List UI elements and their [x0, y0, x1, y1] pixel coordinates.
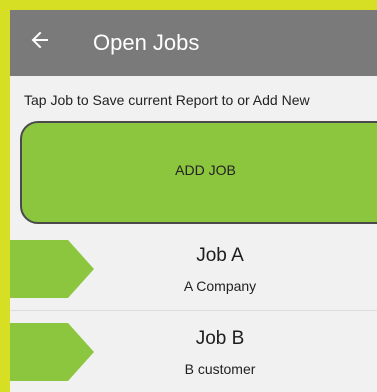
add-job-button[interactable]: ADD JOB: [20, 121, 377, 224]
arrow-left-icon[interactable]: [30, 30, 50, 50]
job-list-item[interactable]: Job B B customer: [10, 311, 377, 392]
job-customer: A Company: [183, 278, 257, 294]
instruction-text: Tap Job to Save current Report to or Add…: [24, 92, 310, 108]
app-bar: Open Jobs: [10, 10, 377, 76]
add-job-label: ADD JOB: [175, 162, 236, 178]
job-name: Job A: [196, 245, 244, 266]
app-screen: Open Jobs Tap Job to Save current Report…: [10, 10, 377, 392]
job-list: Job A A Company Job B B customer: [10, 228, 377, 392]
job-name: Job B: [195, 328, 245, 349]
page-title: Open Jobs: [93, 30, 200, 55]
job-list-item[interactable]: Job A A Company: [10, 228, 377, 311]
job-customer: B customer: [184, 361, 256, 377]
